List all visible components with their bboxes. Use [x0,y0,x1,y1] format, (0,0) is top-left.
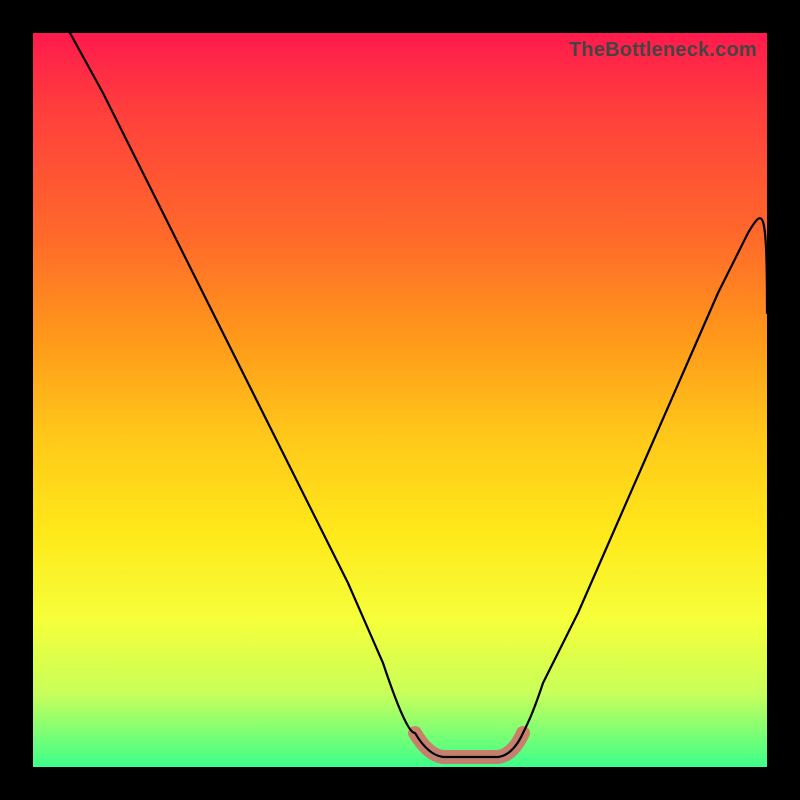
bottleneck-curve-line [70,33,767,757]
chart-frame: TheBottleneck.com [0,0,800,800]
plot-area: TheBottleneck.com [33,33,767,767]
curve-svg [33,33,767,767]
